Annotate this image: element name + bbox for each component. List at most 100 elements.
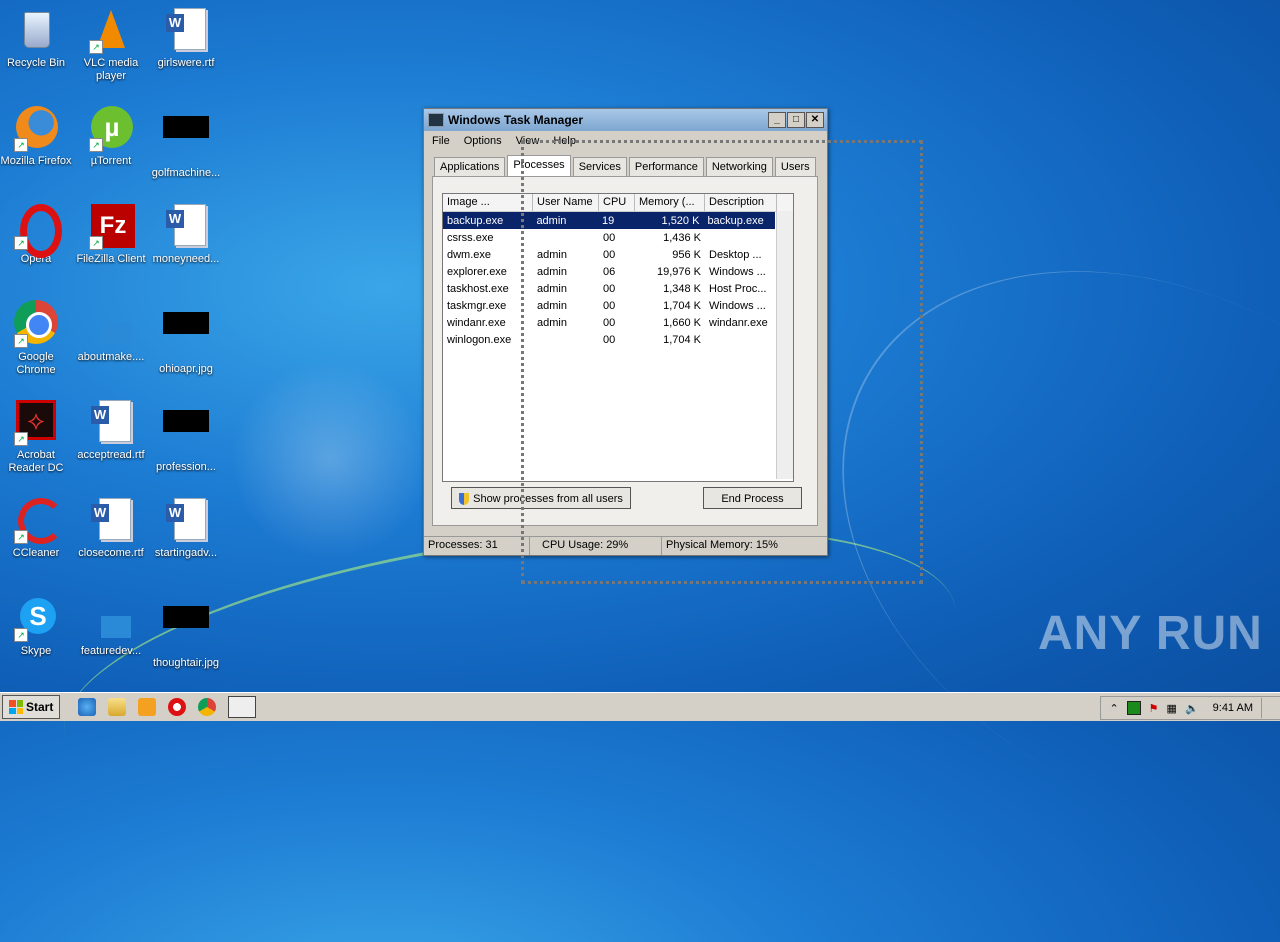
opera-icon[interactable] <box>168 698 187 716</box>
tab-users[interactable]: Users <box>774 157 816 178</box>
utorrent-icon: µ ↗ <box>87 104 135 152</box>
maximize-button[interactable]: □ <box>787 112 805 128</box>
column-header-cpu[interactable]: CPU <box>599 194 635 211</box>
blank-file-icon <box>87 594 135 642</box>
show-all-users-button[interactable]: Show processes from all users <box>451 487 631 509</box>
desktop-icon-utorrent[interactable]: µ ↗ µTorrent <box>73 104 149 168</box>
tab-networking[interactable]: Networking <box>705 157 773 178</box>
opera-icon: ↗ <box>12 202 62 258</box>
menu-help[interactable]: Help <box>553 135 576 147</box>
desktop-icon-acrobat[interactable]: ⟡ ↗ Acrobat Reader DC <box>0 398 74 475</box>
desktop-icon-skype[interactable]: S ↗ Skype <box>0 594 74 658</box>
task-manager-taskbar-icon[interactable] <box>228 696 257 718</box>
image-thumbnail-icon <box>162 410 210 458</box>
tab-processes[interactable]: Processes <box>507 155 571 176</box>
filezilla-icon: Fz ↗ <box>87 202 135 250</box>
chrome-icon: ↗ <box>12 300 60 348</box>
desktop-icon-moneyneed[interactable]: W moneyneed... <box>148 202 224 266</box>
desktop-icon-featuredev[interactable]: featuredev... <box>73 594 149 658</box>
desktop-icon-opera[interactable]: ↗ Opera <box>0 202 74 266</box>
desktop-icon-profession[interactable]: profession... <box>148 398 224 474</box>
desktop-icon-label: Acrobat Reader DC <box>8 449 64 474</box>
desktop-icon-startingadv[interactable]: W startingadv... <box>148 496 224 560</box>
close-button[interactable]: ✕ <box>806 112 824 128</box>
recycle-bin-icon <box>12 6 60 54</box>
show-desktop-button[interactable] <box>1261 698 1272 718</box>
desktop-icon-aboutmake[interactable]: aboutmake.... <box>73 300 149 364</box>
desktop-icon-thoughtair[interactable]: thoughtair.jpg <box>148 594 224 670</box>
column-headers: Image ... User Name CPU Memory (... Desc… <box>443 194 793 212</box>
desktop-icon-label: profession... <box>156 461 216 473</box>
process-row[interactable]: explorer.exe admin 06 19,976 K Windows ... <box>443 263 793 280</box>
wallpaper-glow <box>230 360 430 560</box>
process-cpu-cell: 19 <box>602 214 615 227</box>
column-header-memory[interactable]: Memory (... <box>635 194 705 211</box>
process-row[interactable]: windanr.exe admin 00 1,660 K windanr.exe <box>443 314 793 331</box>
volume-icon[interactable]: 🔈 <box>1185 702 1199 715</box>
process-row[interactable]: csrss.exe 00 1,436 K <box>443 229 793 246</box>
show-hidden-icons-icon[interactable]: ⌃ <box>1109 702 1118 715</box>
vertical-scrollbar[interactable] <box>776 211 793 479</box>
status-bar: Processes: 31 CPU Usage: 29% Physical Me… <box>424 536 827 555</box>
column-header-user[interactable]: User Name <box>533 194 599 211</box>
desktop-icon-label: girlswere.rtf <box>157 57 215 69</box>
desktop-icon-vlc[interactable]: ↗ VLC media player <box>73 6 149 83</box>
title-bar[interactable]: Windows Task Manager _ □ ✕ <box>424 109 827 131</box>
firefox-icon: ↗ <box>12 104 60 152</box>
minimize-button[interactable]: _ <box>768 112 786 128</box>
process-rows: backup.exe admin 19 1,520 K backup.exe csrss.… <box>443 212 793 348</box>
desktop-icon-chrome[interactable]: ↗ Google Chrome <box>0 300 74 377</box>
skype-icon: S ↗ <box>12 594 60 642</box>
tab-strip: Applications Processes Services Performa… <box>434 155 816 178</box>
process-user-cell: admin <box>537 299 567 312</box>
process-user-cell: admin <box>537 316 567 329</box>
desktop-icon-label: acceptread.rtf <box>77 449 145 461</box>
desktop-icon-acceptread[interactable]: W acceptread.rtf <box>73 398 149 462</box>
process-row[interactable]: winlogon.exe 00 1,704 K <box>443 331 793 348</box>
clock[interactable]: 9:41 AM <box>1213 702 1253 714</box>
status-cpu: CPU Usage: 29% <box>530 537 662 555</box>
process-row[interactable]: backup.exe admin 19 1,520 K backup.exe <box>443 212 775 229</box>
menu-file[interactable]: File <box>432 135 450 147</box>
shield-icon <box>459 493 470 506</box>
network-monitor-icon[interactable] <box>1126 701 1141 715</box>
process-user-cell: admin <box>537 282 567 295</box>
process-description-cell: Desktop ... <box>709 248 762 261</box>
process-memory-cell: 1,436 K <box>663 231 701 244</box>
desktop-icon-recycle-bin[interactable]: Recycle Bin <box>0 6 74 70</box>
anyrun-watermark: ANY RUN <box>1038 607 1263 660</box>
column-header-image[interactable]: Image ... <box>443 194 533 211</box>
desktop-icon-closecome[interactable]: W closecome.rtf <box>73 496 149 560</box>
tab-services[interactable]: Services <box>572 157 627 178</box>
media-player-icon[interactable] <box>138 698 157 716</box>
desktop-icon-label: VLC media player <box>83 57 139 82</box>
start-label: Start <box>26 700 54 714</box>
process-memory-cell: 956 K <box>672 248 701 261</box>
start-button[interactable]: Start <box>2 695 61 719</box>
menu-view[interactable]: View <box>516 135 540 147</box>
menu-options[interactable]: Options <box>464 135 502 147</box>
column-header-description[interactable]: Description <box>705 194 777 211</box>
show-all-users-label: Show processes from all users <box>473 493 623 505</box>
desktop-icon-ohioapr[interactable]: ohioapr.jpg <box>148 300 224 376</box>
process-row[interactable]: taskmgr.exe admin 00 1,704 K Windows ... <box>443 297 793 314</box>
folder-icon[interactable] <box>108 698 127 716</box>
desktop-icon-ccleaner[interactable]: ↗ CCleaner <box>0 496 74 560</box>
process-row[interactable]: taskhost.exe admin 00 1,348 K Host Proc... <box>443 280 793 297</box>
process-user-cell: admin <box>537 265 567 278</box>
internet-explorer-icon[interactable] <box>78 698 97 716</box>
desktop-icon-firefox[interactable]: ↗ Mozilla Firefox <box>0 104 74 168</box>
tab-performance[interactable]: Performance <box>628 157 704 178</box>
action-center-flag-icon[interactable]: ⚑ <box>1149 702 1159 715</box>
network-icon[interactable]: ▦ <box>1167 702 1177 715</box>
end-process-button[interactable]: End Process <box>703 487 802 509</box>
image-thumbnail-icon <box>162 312 210 360</box>
desktop-icon-girlswere[interactable]: W girlswere.rtf <box>148 6 224 70</box>
desktop-icon-filezilla[interactable]: Fz ↗ FileZilla Client <box>73 202 149 266</box>
word-document-icon: W <box>162 6 210 54</box>
desktop-icon-golfmachine[interactable]: golfmachine... <box>148 104 224 180</box>
chrome-icon[interactable] <box>198 698 217 716</box>
tab-applications[interactable]: Applications <box>434 157 506 178</box>
process-row[interactable]: dwm.exe admin 00 956 K Desktop ... <box>443 246 793 263</box>
desktop-icon-label: golfmachine... <box>151 167 221 179</box>
